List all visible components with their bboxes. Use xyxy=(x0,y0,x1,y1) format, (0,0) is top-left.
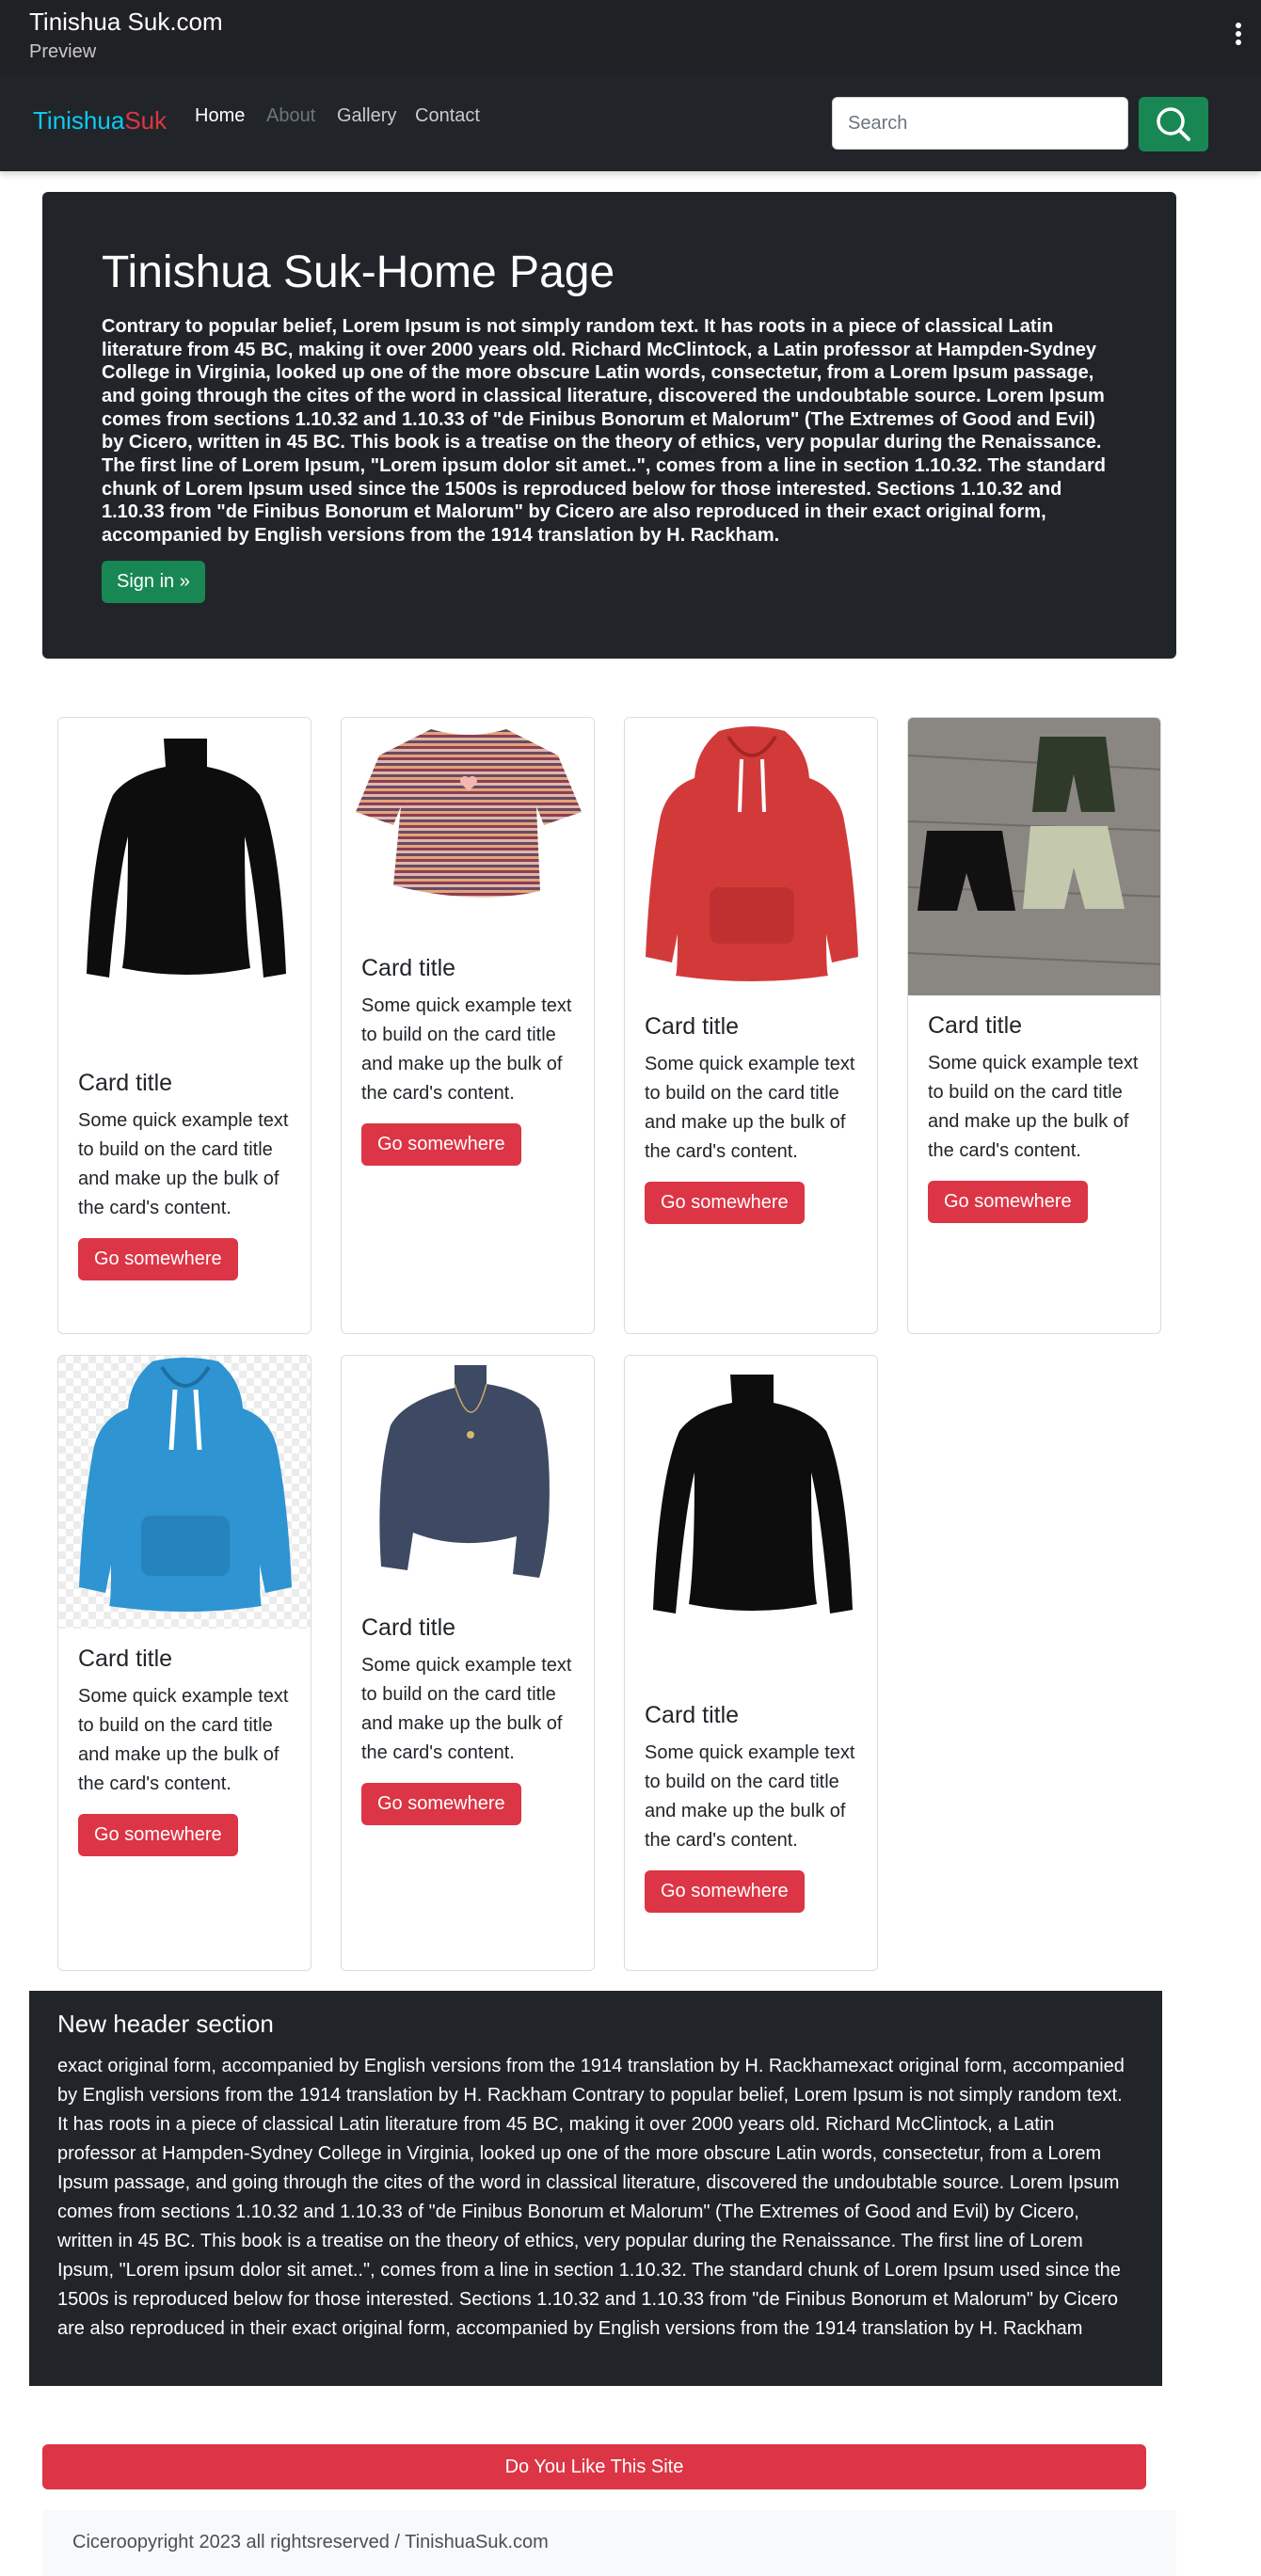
search-input[interactable] xyxy=(832,97,1128,150)
search-button[interactable] xyxy=(1139,97,1208,151)
card-title: Card title xyxy=(78,1070,173,1096)
card-title: Card title xyxy=(928,1012,1023,1039)
card-title: Card title xyxy=(645,1702,740,1728)
card-title: Card title xyxy=(645,1013,740,1040)
search-icon xyxy=(1157,107,1190,141)
go-somewhere-button[interactable]: Go somewhere xyxy=(645,1182,805,1224)
go-somewhere-button[interactable]: Go somewhere xyxy=(78,1238,238,1280)
card-title: Card title xyxy=(361,955,456,981)
brand-part1: Tinishua xyxy=(33,106,125,135)
card-image xyxy=(625,1356,877,1685)
product-card: Card title Some quick example text to bu… xyxy=(341,1355,595,1971)
footer: Ciceroopyright 2023 all rightsreserved /… xyxy=(42,2510,1176,2576)
card-title: Card title xyxy=(361,1614,456,1641)
section-text: exact original form, accompanied by Engl… xyxy=(57,2056,1125,2339)
card-text: Some quick example text to build on the … xyxy=(928,1053,1139,1161)
window-subtitle: Preview xyxy=(29,41,97,62)
card-image xyxy=(58,718,311,1051)
product-card: Card title Some quick example text to bu… xyxy=(57,1355,311,1971)
go-somewhere-button[interactable]: Go somewhere xyxy=(645,1870,805,1913)
product-card: Card title Some quick example text to bu… xyxy=(624,717,878,1334)
card-title: Card title xyxy=(78,1646,173,1672)
product-card: Card title Some quick example text to bu… xyxy=(907,717,1161,1334)
nav-link-home[interactable]: Home xyxy=(195,105,245,127)
go-somewhere-button[interactable]: Go somewhere xyxy=(361,1123,521,1166)
card-image xyxy=(908,718,1160,995)
product-card: Card title Some quick example text to bu… xyxy=(341,717,595,1334)
card-image xyxy=(342,1356,594,1596)
card-image xyxy=(342,718,594,936)
brand-logo[interactable]: TinishuaSuk xyxy=(33,106,167,135)
product-card: Card title Some quick example text to bu… xyxy=(624,1355,878,1971)
nav-link-contact[interactable]: Contact xyxy=(415,105,480,127)
hero-text: Contrary to popular belief, Lorem Ipsum … xyxy=(102,315,1106,547)
card-text: Some quick example text to build on the … xyxy=(78,1686,289,1794)
card-text: Some quick example text to build on the … xyxy=(78,1110,289,1218)
go-somewhere-button[interactable]: Go somewhere xyxy=(78,1814,238,1856)
new-header-section: New header section exact original form, … xyxy=(29,1991,1162,2386)
card-text: Some quick example text to build on the … xyxy=(361,995,572,1104)
card-text: Some quick example text to build on the … xyxy=(645,1742,855,1851)
go-somewhere-button[interactable]: Go somewhere xyxy=(928,1181,1088,1223)
sign-in-button[interactable]: Sign in » xyxy=(102,560,205,603)
footer-copyright: Ciceroopyright 2023 all rightsreserved /… xyxy=(72,2532,549,2552)
brand-part2: Suk xyxy=(124,106,168,135)
more-options-icon[interactable] xyxy=(1235,23,1242,47)
product-card: Card title Some quick example text to bu… xyxy=(57,717,311,1334)
section-title: New header section xyxy=(57,2010,274,2038)
window-title: Tinishua Suk.com xyxy=(29,8,223,36)
card-image xyxy=(58,1356,311,1629)
hero-title: Tinishua Suk-Home Page xyxy=(102,247,615,297)
nav-link-gallery[interactable]: Gallery xyxy=(337,105,396,127)
app-bar: Tinishua Suk.com Preview xyxy=(0,0,1261,75)
card-text: Some quick example text to build on the … xyxy=(361,1655,572,1763)
go-somewhere-button[interactable]: Go somewhere xyxy=(361,1783,521,1825)
hero-jumbotron: Tinishua Suk-Home Page Contrary to popul… xyxy=(42,192,1176,659)
card-text: Some quick example text to build on the … xyxy=(645,1054,855,1162)
nav-link-about[interactable]: About xyxy=(266,105,315,127)
like-site-button[interactable]: Do You Like This Site xyxy=(42,2444,1146,2489)
card-image xyxy=(625,718,877,994)
